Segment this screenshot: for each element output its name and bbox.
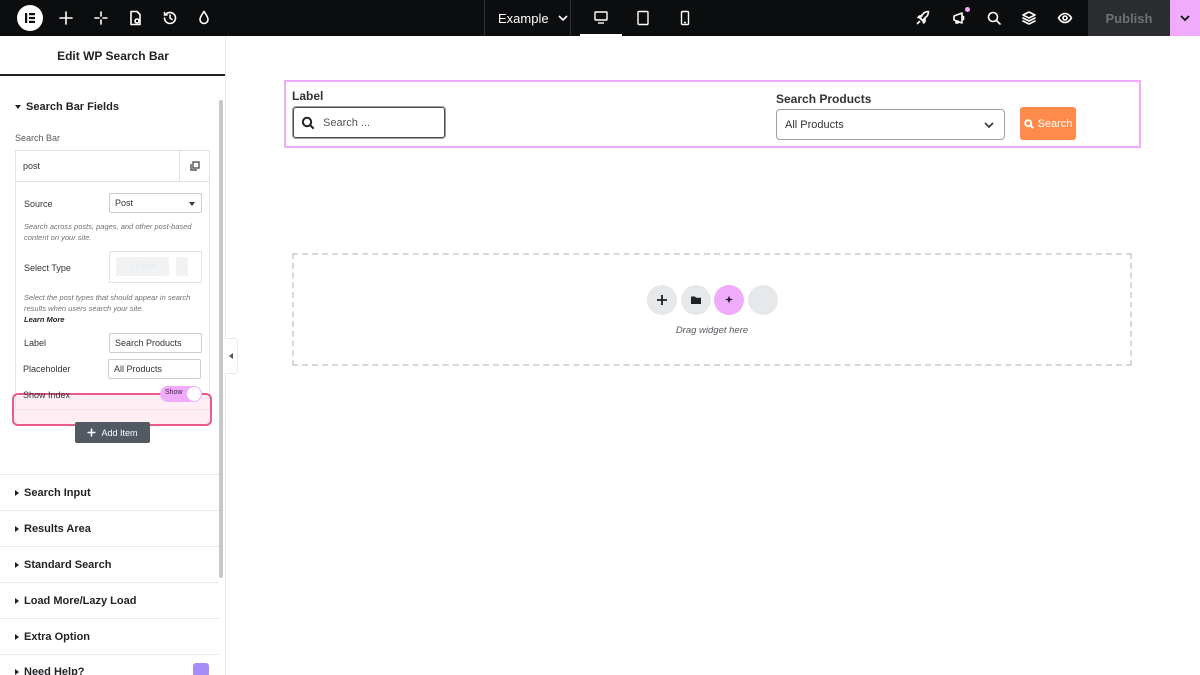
caret-down-icon [15, 105, 21, 109]
ai-sparkle-icon[interactable] [92, 9, 110, 27]
caret-right-icon [15, 669, 19, 675]
label-input[interactable]: Search Products [109, 333, 202, 353]
search-icon [301, 116, 315, 129]
source-select[interactable]: Post [109, 193, 202, 213]
caret-right-icon [15, 526, 19, 532]
search-icon [1023, 118, 1034, 129]
content-tab-indicator [0, 74, 225, 76]
notifications-icon[interactable] [950, 7, 970, 27]
structure-layers-icon[interactable] [1020, 9, 1038, 27]
publish-button[interactable]: Publish [1088, 0, 1170, 36]
notification-dot [965, 7, 970, 12]
panel-title: Edit WP Search Bar [57, 49, 169, 63]
learn-more-link[interactable]: Learn More [24, 315, 64, 324]
search-bar-label: Search Bar [15, 133, 61, 143]
search-icon[interactable] [985, 9, 1003, 27]
ai-generate-button[interactable] [714, 285, 744, 315]
repeater-item-title: post [23, 161, 41, 171]
mobile-view-button[interactable] [664, 0, 706, 36]
site-style-icon[interactable] [195, 9, 213, 27]
extra-add-button[interactable] [748, 285, 778, 315]
rocket-icon[interactable] [914, 9, 932, 27]
caret-right-icon [15, 490, 19, 496]
page-selector[interactable]: Example [498, 0, 569, 36]
copy-icon [189, 161, 200, 171]
elementor-logo-icon[interactable] [17, 5, 43, 31]
folder-icon [691, 296, 701, 304]
preview-eye-icon[interactable] [1056, 9, 1074, 27]
label-field-label: Label [24, 338, 47, 348]
collapse-panel-button[interactable] [225, 338, 238, 374]
page-name: Example [498, 10, 549, 26]
source-help: Search across posts, pages, and other po… [24, 222, 192, 242]
caret-right-icon [15, 598, 19, 604]
post-type-chip[interactable]: + Pages [116, 257, 169, 276]
show-index-toggle[interactable]: Show [160, 386, 202, 402]
drop-zone[interactable] [292, 253, 1132, 366]
section-title: Search Bar Fields [26, 101, 119, 113]
page-settings-icon[interactable] [126, 9, 144, 27]
add-widget-button[interactable] [647, 285, 677, 315]
repeater-item-header[interactable]: post [16, 151, 209, 182]
ai-sparkle-icon [725, 295, 733, 304]
tablet-icon [637, 10, 649, 26]
help-badge-icon[interactable] [193, 663, 209, 675]
show-index-label: Show Index [23, 390, 71, 400]
panel-scrollbar[interactable] [219, 100, 223, 578]
widget-dropdown-label: Search Products [776, 92, 872, 106]
top-bar: Example Publish [0, 0, 1200, 36]
widget-label: Label [292, 89, 324, 103]
placeholder-label: Placeholder [23, 364, 71, 374]
plus-icon [87, 428, 96, 437]
publish-options-button[interactable] [1170, 0, 1200, 36]
section-search-input[interactable]: Search Input [15, 487, 91, 499]
section-extra-option[interactable]: Extra Option [15, 631, 90, 643]
chevron-down-icon [1180, 15, 1190, 22]
placeholder-input[interactable]: All Products [108, 359, 201, 379]
widget-search-button[interactable]: Search [1020, 107, 1076, 140]
tablet-view-button[interactable] [622, 0, 664, 36]
history-icon[interactable] [161, 9, 179, 27]
post-type-chip-remove[interactable] [176, 257, 188, 276]
chevron-left-icon [229, 353, 233, 359]
select-type-multiselect[interactable]: + Pages [109, 251, 202, 283]
dropdown-arrow-icon [189, 202, 195, 206]
add-template-button[interactable] [681, 285, 711, 315]
caret-right-icon [15, 562, 19, 568]
duplicate-item-button[interactable] [179, 151, 209, 181]
drag-widget-text: Drag widget here [675, 325, 749, 336]
source-label: Source [24, 199, 53, 209]
chevron-down-icon [984, 122, 994, 129]
section-need-help[interactable]: Need Help? [15, 666, 85, 675]
plus-icon [657, 295, 667, 305]
section-search-bar-fields[interactable]: Search Bar Fields [15, 101, 119, 113]
add-element-icon[interactable] [57, 9, 75, 27]
add-item-button[interactable]: Add Item [75, 422, 150, 443]
editor-sidebar: Edit WP Search Bar Search Bar Fields Sea… [0, 36, 226, 675]
section-load-more[interactable]: Load More/Lazy Load [15, 595, 136, 607]
desktop-icon [594, 11, 608, 24]
section-results-area[interactable]: Results Area [15, 523, 91, 535]
desktop-view-button[interactable] [580, 0, 622, 36]
chevron-down-icon [558, 15, 568, 22]
section-standard-search[interactable]: Standard Search [15, 559, 111, 571]
mobile-icon [680, 10, 690, 26]
caret-right-icon [15, 634, 19, 640]
select-type-help: Select the post types that should appear… [24, 293, 191, 324]
widget-search-input[interactable]: Search ... [292, 106, 446, 139]
widget-products-select[interactable]: All Products [776, 109, 1005, 140]
select-type-label: Select Type [24, 263, 71, 273]
